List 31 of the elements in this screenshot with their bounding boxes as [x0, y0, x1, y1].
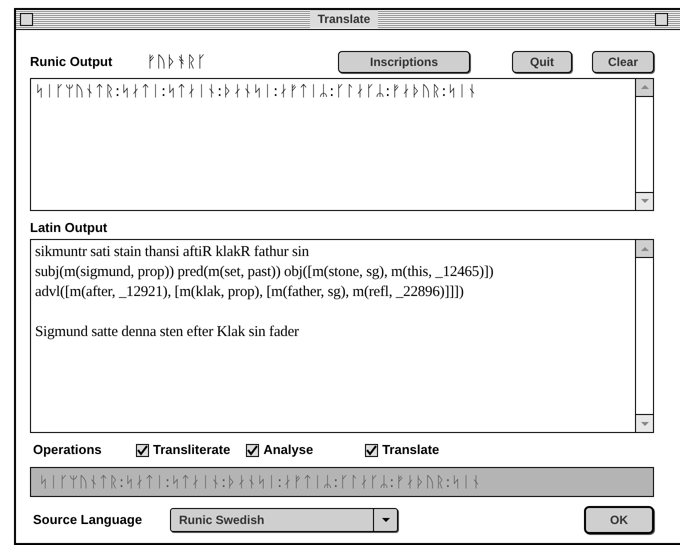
scroll-down-icon[interactable] [636, 414, 653, 432]
zoom-box[interactable] [655, 12, 668, 26]
runic-text: ᛋᛁᚴᛘᚢᚾᛏᚱ:ᛋᛅᛏᛁ:ᛋᛏᛅᛁᚾ:ᚦᛅᚾᛋᛁ:ᛅᚠᛏᛁᛦ:ᚴᛚᛅᚴᛦ:ᚠᛅᚦᚢᚱ:ᛋᛁᚾ [34, 80, 478, 100]
scrollbar[interactable] [635, 240, 653, 432]
field-label: Source Language [32, 511, 144, 530]
language-dropdown[interactable]: Runic Swedish [170, 508, 398, 532]
window-title: Translate [310, 10, 378, 28]
checkbox[interactable] [136, 444, 149, 456]
section-label: Runic Output [30, 52, 114, 71]
section-label: Operations [32, 441, 103, 460]
output-line: sikmuntr sati stain thansi aftiR klakR fathur sin [35, 243, 310, 262]
caret-icon [380, 517, 390, 523]
checkbox[interactable] [365, 444, 378, 456]
checkbox-label[interactable]: Analyse [263, 440, 314, 460]
checkbox-label[interactable]: Translate [382, 440, 440, 460]
scrollbar[interactable] [635, 78, 653, 210]
close-box[interactable] [20, 12, 33, 26]
scroll-up-icon[interactable] [636, 78, 653, 96]
translation-text: Sigmund satte denna sten efter Klak sin fader [35, 323, 300, 342]
scroll-down-icon[interactable] [636, 192, 653, 210]
toolbar-button[interactable]: Clear [592, 50, 654, 72]
rune-alphabet: ᚠᚢᚦᚬᚱᚴ [146, 50, 208, 72]
output-line: advl([m(after, _12921), [m(klak, prop), [m(father, sg), m(refl, _22896)]]]) [35, 283, 465, 302]
checkbox-label[interactable]: Transliterate [153, 440, 230, 460]
checkbox[interactable] [246, 444, 260, 456]
toolbar-button[interactable]: Inscriptions [338, 50, 470, 72]
section-label: Latin Output [30, 218, 108, 237]
output-line: subj(m(sigmund, prop)) pred(m(set, past)) obj([m(stone, sg), m(this, _12465)]) [35, 263, 494, 282]
scroll-up-icon[interactable] [636, 240, 653, 258]
toolbar-button[interactable]: Quit [512, 50, 572, 72]
ok-button[interactable]: OK [584, 506, 654, 534]
